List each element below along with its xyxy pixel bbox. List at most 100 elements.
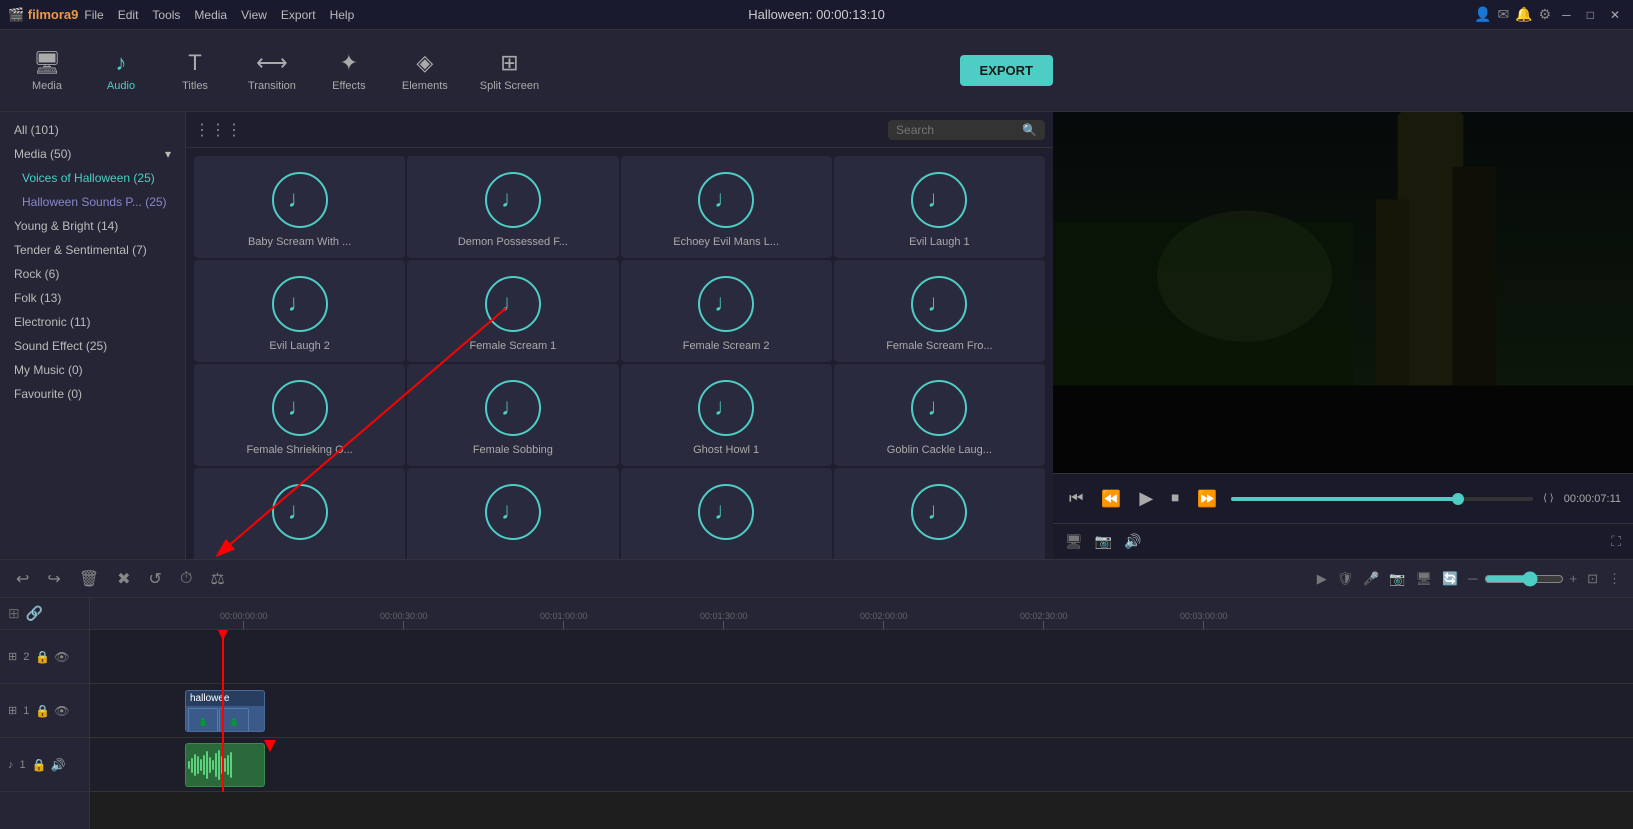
sidebar-item-voices[interactable]: Voices of Halloween (25): [0, 166, 185, 190]
sidebar-item-media[interactable]: Media (50) ▾: [0, 142, 185, 166]
refresh-icon[interactable]: 🔄: [1442, 571, 1458, 587]
audio-card-demon[interactable]: ♩ Demon Possessed F...: [407, 156, 618, 258]
video-clip[interactable]: hallowee 🌲 🌲: [185, 690, 265, 732]
audio-card-echoey[interactable]: ♩ Echoey Evil Mans L...: [621, 156, 832, 258]
sidebar-item-folk[interactable]: Folk (13): [0, 286, 185, 310]
search-input[interactable]: [896, 123, 1016, 137]
volume-icon[interactable]: 🔊: [51, 758, 66, 772]
settings-icon: ⚙: [1539, 6, 1552, 23]
audio-card-evil-laugh-1[interactable]: ♩ Evil Laugh 1: [834, 156, 1045, 258]
sidebar-item-mymusic[interactable]: My Music (0): [0, 358, 185, 382]
adjust-button[interactable]: ⚖: [206, 565, 228, 593]
menu-edit[interactable]: Edit: [118, 8, 139, 22]
toolbar-audio[interactable]: ♪ Audio: [86, 44, 156, 98]
rewind-button[interactable]: ⏮: [1065, 486, 1087, 512]
audio-card-ghost-howl[interactable]: ♩ Ghost Howl 1: [621, 364, 832, 466]
audio-card-female-scream-2[interactable]: ♩ Female Scream 2: [621, 260, 832, 362]
toolbar-effects[interactable]: ✦ Effects: [314, 44, 384, 98]
cut-button[interactable]: ✖: [113, 565, 134, 593]
waveform: [186, 744, 264, 786]
mail-icon: ✉: [1497, 6, 1509, 23]
audio-card-more-4[interactable]: ♩: [834, 468, 1045, 559]
monitor-icon[interactable]: 🖥: [1065, 533, 1083, 550]
audio-card-baby-scream[interactable]: ♩ Baby Scream With ...: [194, 156, 405, 258]
audio-card-goblin[interactable]: ♩ Goblin Cackle Laug...: [834, 364, 1045, 466]
minimize-button[interactable]: ─: [1557, 6, 1576, 24]
sidebar-item-halloween-sounds[interactable]: Halloween Sounds P... (25): [0, 190, 185, 214]
grid-view-icon[interactable]: ⋮⋮⋮: [194, 120, 242, 140]
menu-file[interactable]: File: [84, 8, 103, 22]
audio-card-more-3[interactable]: ♩: [621, 468, 832, 559]
menu-help[interactable]: Help: [330, 8, 355, 22]
mic-icon[interactable]: 🎤: [1363, 571, 1379, 587]
sidebar-item-electronic[interactable]: Electronic (11): [0, 310, 185, 334]
sidebar-item-tender[interactable]: Tender & Sentimental (7): [0, 238, 185, 262]
eye-icon[interactable]: 👁: [54, 704, 69, 718]
audio-card-evil-laugh-2[interactable]: ♩ Evil Laugh 2: [194, 260, 405, 362]
sidebar-item-young[interactable]: Young & Bright (14): [0, 214, 185, 238]
preview-actions-left: 🖥 📷 🔊: [1065, 533, 1142, 550]
sidebar-item-all[interactable]: All (101): [0, 118, 185, 142]
audio-note-icon: ♩: [272, 380, 328, 436]
sidebar-item-soundeffect[interactable]: Sound Effect (25): [0, 334, 185, 358]
audio-area: ⋮⋮⋮ 🔍 ♩ Baby Scream With ... ♩ Demon: [186, 112, 1053, 559]
zoom-slider[interactable]: [1484, 571, 1564, 587]
toolbar-elements[interactable]: ◈ Elements: [388, 44, 462, 98]
fullscreen-icon[interactable]: ⛶: [1611, 533, 1621, 550]
audio-card-label: Female Scream Fro...: [886, 340, 992, 352]
close-button[interactable]: ✕: [1605, 6, 1625, 24]
link-icon[interactable]: 🔗: [26, 605, 43, 622]
stop-button[interactable]: ⏹: [1167, 486, 1183, 512]
lock-icon[interactable]: 🔒: [32, 758, 47, 772]
lock-icon[interactable]: 🔒: [35, 704, 50, 718]
audio-note-icon: ♩: [485, 484, 541, 540]
prev-frame-button[interactable]: ⏪: [1097, 485, 1125, 513]
play-timeline-icon[interactable]: ▶: [1317, 571, 1327, 587]
sidebar: All (101) Media (50) ▾ Voices of Hallowe…: [0, 112, 186, 559]
menu-export[interactable]: Export: [281, 8, 316, 22]
undo-button[interactable]: ↩: [12, 565, 33, 593]
audio-card-label: Echoey Evil Mans L...: [673, 236, 779, 248]
restore-button[interactable]: ↺: [145, 565, 166, 593]
audio-card-female-scream-1[interactable]: ♩ Female Scream 1: [407, 260, 618, 362]
audio-card-more-2[interactable]: ♩: [407, 468, 618, 559]
audio-note-icon: ♩: [272, 484, 328, 540]
camera2-icon[interactable]: 📷: [1389, 571, 1405, 587]
toolbar-titles[interactable]: T Titles: [160, 44, 230, 98]
maximize-button[interactable]: □: [1582, 6, 1599, 24]
redo-button[interactable]: ↪: [43, 565, 64, 593]
playback-timeline[interactable]: [1231, 497, 1533, 501]
toolbar-media[interactable]: 🖥 Media: [12, 44, 82, 98]
menu-tools[interactable]: Tools: [152, 8, 180, 22]
sidebar-item-favourite[interactable]: Favourite (0): [0, 382, 185, 406]
sidebar-item-rock[interactable]: Rock (6): [0, 262, 185, 286]
toolbar-splitscreen[interactable]: ⊞ Split Screen: [466, 44, 553, 98]
lock-icon[interactable]: 🔒: [35, 650, 50, 664]
toolbar-transition[interactable]: ⟷ Transition: [234, 44, 310, 98]
timeline-content: ⊞ 🔗 ⊞ 2 🔒 👁 ⊞ 1 🔒: [0, 598, 1633, 829]
audio-icon: ♪: [116, 50, 127, 76]
audio-note-icon: ♩: [485, 380, 541, 436]
shield-icon[interactable]: 🛡: [1337, 571, 1354, 587]
audio-clip[interactable]: [185, 743, 265, 787]
export-button[interactable]: EXPORT: [960, 55, 1053, 86]
fit-icon[interactable]: ⊡: [1587, 571, 1598, 587]
camera-icon[interactable]: 📷: [1095, 533, 1112, 550]
eye-icon[interactable]: 👁: [54, 650, 69, 664]
screen-icon[interactable]: 🖥: [1416, 571, 1433, 587]
play-button[interactable]: ▶: [1135, 484, 1157, 513]
audio-card-female-sobbing[interactable]: ♩ Female Sobbing: [407, 364, 618, 466]
delete-button[interactable]: 🗑: [75, 565, 103, 593]
volume-icon[interactable]: 🔊: [1124, 533, 1141, 550]
timer-button[interactable]: ⏱: [176, 566, 196, 592]
more-icon[interactable]: ⋮: [1608, 571, 1621, 587]
audio-card-female-scream-fro[interactable]: ♩ Female Scream Fro...: [834, 260, 1045, 362]
menu-media[interactable]: Media: [194, 8, 227, 22]
audio-grid: ♩ Baby Scream With ... ♩ Demon Possessed…: [186, 148, 1053, 559]
menu-view[interactable]: View: [241, 8, 267, 22]
audio-card-female-shrieking[interactable]: ♩ Female Shrieking O...: [194, 364, 405, 466]
audio-card-more-1[interactable]: ♩: [194, 468, 405, 559]
preview-controls: ⏮ ⏪ ▶ ⏹ ⏩ ⟨ ⟩ 00:00:07:11: [1053, 473, 1633, 523]
next-frame-button[interactable]: ⏩: [1193, 485, 1221, 513]
add-track-icon[interactable]: ⊞: [8, 605, 20, 622]
